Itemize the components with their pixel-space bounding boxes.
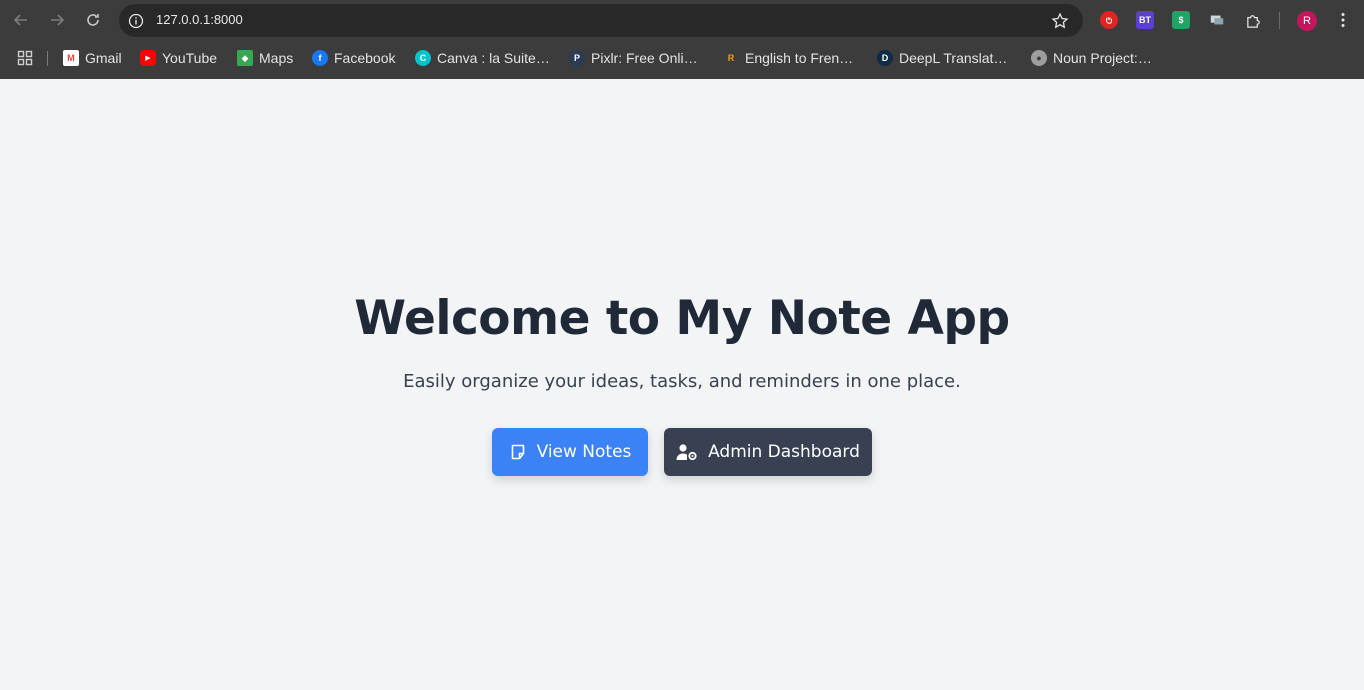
bookmark-reverso[interactable]: R English to Fren… — [723, 48, 853, 68]
back-arrow-icon — [13, 14, 27, 26]
bookmark-label: Canva : la Suite… — [437, 50, 550, 66]
page-content: Welcome to My Note App Easily organize y… — [0, 79, 1364, 690]
reload-icon — [87, 14, 99, 26]
bookmark-youtube[interactable]: ▶ YouTube — [140, 48, 217, 68]
bookmarks-divider — [47, 51, 48, 66]
view-notes-label: View Notes — [536, 442, 632, 462]
bookmark-label: Maps — [259, 50, 294, 66]
note-icon — [511, 444, 524, 460]
bookmark-label: Gmail — [85, 50, 122, 66]
profile-avatar[interactable]: R — [1297, 11, 1317, 31]
bookmark-label: Noun Project:… — [1053, 50, 1152, 66]
bookmark-facebook[interactable]: f Facebook — [312, 48, 395, 68]
reverso-icon: R — [727, 53, 735, 63]
bookmark-label: English to Fren… — [745, 50, 854, 66]
bookmark-label: Facebook — [334, 50, 396, 66]
bt-ext-icon[interactable]: BT — [1136, 11, 1154, 29]
money-ext-icon[interactable]: $ — [1172, 11, 1190, 29]
bookmark-canva[interactable]: C Canva : la Suite… — [415, 48, 550, 68]
pixlr-icon: P — [569, 50, 585, 66]
site-info-icon[interactable] — [126, 11, 146, 31]
toolbar-divider — [1279, 12, 1280, 29]
bt-ext-label: BT — [1139, 15, 1151, 25]
page-subtitle: Easily organize your ideas, tasks, and r… — [403, 371, 961, 392]
browser-toolbar: 127.0.0.1:8000 BT $ R — [0, 0, 1364, 40]
browser-chrome: 127.0.0.1:8000 BT $ R M Gmail ▶ YouTube — [0, 0, 1364, 79]
bookmarks-bar: M Gmail ▶ YouTube ◆ Maps f Facebook C Ca… — [0, 44, 1364, 72]
view-notes-button[interactable]: View Notes — [492, 428, 648, 476]
deepl-icon: D — [877, 50, 893, 66]
address-bar[interactable]: 127.0.0.1:8000 — [119, 4, 1083, 37]
canva-icon: C — [415, 50, 431, 66]
apps-grid-icon[interactable] — [17, 50, 33, 66]
bookmark-deepl[interactable]: D DeepL Translat… — [877, 48, 1007, 68]
screen-ext-icon[interactable] — [1208, 11, 1226, 29]
admin-dashboard-button[interactable]: Admin Dashboard — [664, 428, 872, 476]
bookmark-gmail[interactable]: M Gmail — [63, 48, 122, 68]
bookmark-label: Pixlr: Free Onli… — [591, 50, 698, 66]
globe-icon: ● — [1031, 50, 1047, 66]
facebook-icon: f — [312, 50, 328, 66]
more-menu-icon[interactable] — [1334, 11, 1352, 29]
maps-icon: ◆ — [237, 50, 253, 66]
adblock-ext-icon[interactable] — [1100, 11, 1118, 29]
money-ext-label: $ — [1178, 15, 1184, 25]
bookmark-noun-project[interactable]: ● Noun Project:… — [1031, 48, 1152, 68]
page-title: Welcome to My Note App — [354, 291, 1010, 346]
reload-button[interactable] — [81, 8, 105, 32]
user-gear-icon — [676, 444, 697, 461]
forward-button[interactable] — [45, 8, 69, 32]
url-text[interactable]: 127.0.0.1:8000 — [156, 12, 243, 27]
profile-initial: R — [1303, 15, 1311, 27]
bookmark-maps[interactable]: ◆ Maps — [237, 48, 293, 68]
gmail-icon: M — [63, 50, 79, 66]
youtube-icon: ▶ — [140, 50, 156, 66]
bookmark-pixlr[interactable]: P Pixlr: Free Onli… — [569, 48, 698, 68]
forward-arrow-icon — [51, 14, 65, 26]
admin-dashboard-label: Admin Dashboard — [708, 442, 860, 462]
back-button[interactable] — [9, 8, 33, 32]
bookmark-label: DeepL Translat… — [899, 50, 1008, 66]
extensions-puzzle-icon[interactable] — [1244, 11, 1262, 29]
bookmark-label: YouTube — [162, 50, 218, 66]
bookmark-star-icon[interactable] — [1051, 12, 1069, 30]
